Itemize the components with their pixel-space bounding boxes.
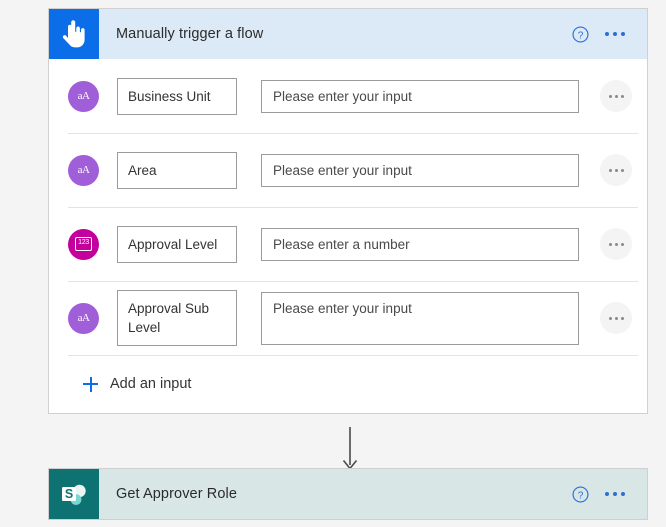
ellipsis-dot [614,94,618,98]
text-type-glyph: aA [77,163,90,176]
number-type-icon: 123 [68,228,99,260]
ellipsis-dot [608,94,612,98]
input-name-field[interactable]: Approval Sub Level [117,290,237,346]
trigger-card-header-actions: ? [572,25,647,43]
ellipsis-dot [605,492,609,496]
svg-text:S: S [65,487,73,501]
tap-hand-icon [49,9,99,59]
input-row-more-button[interactable] [600,154,632,186]
down-arrow-icon [342,427,358,470]
action-card-more-button[interactable] [603,488,627,500]
ellipsis-dot [621,492,625,496]
input-name-field[interactable]: Business Unit [117,77,237,115]
input-row-more-button[interactable] [600,228,632,260]
ellipsis-dot [608,316,612,320]
input-value-field[interactable]: Please enter a number [261,227,579,261]
ellipsis-dot [620,168,624,172]
input-row-more-button[interactable] [600,302,632,334]
input-row: aA Area Please enter your input [49,133,647,207]
text-type-glyph: aA [77,311,90,324]
input-name-field[interactable]: Approval Level [117,225,237,263]
number-type-glyph: 123 [75,237,92,251]
ellipsis-dot [605,32,609,36]
ellipsis-dot [608,242,612,246]
add-input-row: Add an input [49,355,647,413]
input-row: aA Business Unit Please enter your input [49,59,647,133]
trigger-card[interactable]: Manually trigger a flow ? aA Business Un… [48,8,648,414]
action-card-title: Get Approver Role [116,486,237,502]
input-name-field[interactable]: Area [117,151,237,189]
help-circle-icon[interactable]: ? [572,25,589,43]
svg-text:?: ? [578,30,584,41]
ellipsis-dot [621,32,625,36]
ellipsis-dot [620,316,624,320]
action-card-header[interactable]: S Get Approver Role ? [49,469,647,519]
text-type-icon: aA [68,302,99,334]
trigger-card-more-button[interactable] [603,28,627,40]
ellipsis-dot [620,242,624,246]
ellipsis-dot [613,32,617,36]
add-input-button[interactable]: Add an input [68,372,197,396]
action-card-header-actions: ? [572,485,647,503]
input-value-field[interactable]: Please enter your input [261,79,579,113]
input-value-field[interactable]: Please enter your input [261,153,579,187]
plus-icon [83,376,98,392]
ellipsis-dot [614,316,618,320]
sharepoint-icon: S [49,469,99,519]
text-type-glyph: aA [77,89,90,102]
ellipsis-dot [614,168,618,172]
add-input-label: Add an input [110,376,192,392]
input-row: aA Approval Sub Level Please enter your … [49,281,647,355]
text-type-icon: aA [68,80,99,112]
action-card[interactable]: S Get Approver Role ? [48,468,648,520]
ellipsis-dot [620,94,624,98]
trigger-card-header[interactable]: Manually trigger a flow ? [49,9,647,59]
input-row-more-button[interactable] [600,80,632,112]
trigger-card-body: aA Business Unit Please enter your input… [49,59,647,413]
ellipsis-dot [608,168,612,172]
text-type-icon: aA [68,154,99,186]
ellipsis-dot [614,242,618,246]
ellipsis-dot [613,492,617,496]
help-circle-icon[interactable]: ? [572,485,589,503]
input-value-field[interactable]: Please enter your input [261,291,579,345]
input-row: 123 Approval Level Please enter a number [49,207,647,281]
svg-text:?: ? [578,490,584,501]
trigger-card-title: Manually trigger a flow [116,26,264,42]
